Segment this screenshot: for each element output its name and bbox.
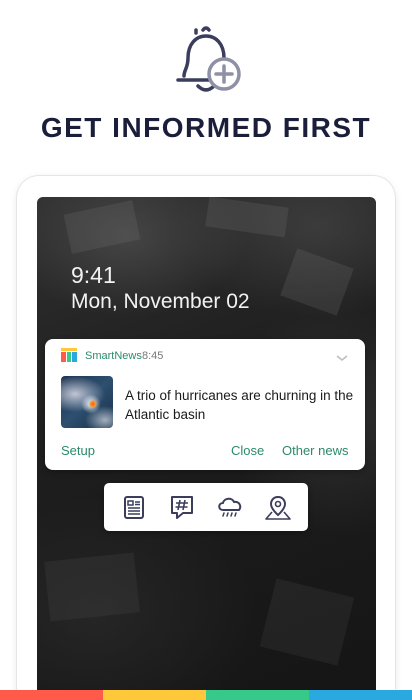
chevron-down-icon[interactable] [335,350,349,361]
lock-time: 9:41 [71,262,116,288]
widget-dock [104,483,308,531]
brand-color-strip [0,690,412,700]
hashtag-icon[interactable] [167,493,197,521]
setup-button[interactable]: Setup [61,443,95,458]
page-headline: GET INFORMED FIRST [40,112,372,143]
map-pin-icon[interactable] [263,493,293,521]
bell-plus-icon [166,24,246,96]
news-notification[interactable]: SmartNews 8:45 A trio of hurricanes are … [45,339,365,470]
notification-headline[interactable]: A trio of hurricanes are churning in the… [125,386,355,424]
news-list-icon[interactable] [119,493,149,521]
close-button[interactable]: Close [231,443,264,458]
strip-yellow [103,690,206,700]
notification-app-name: SmartNews [85,350,142,362]
strip-blue [309,690,412,700]
strip-green [206,690,309,700]
hurricane-thumbnail [61,376,113,428]
smartnews-app-icon [61,348,77,362]
lock-date: Mon, November 02 [71,290,250,313]
strip-red [0,690,103,700]
weather-rain-icon[interactable] [215,493,245,521]
other-news-button[interactable]: Other news [282,443,348,458]
notification-time: 8:45 [142,350,164,362]
